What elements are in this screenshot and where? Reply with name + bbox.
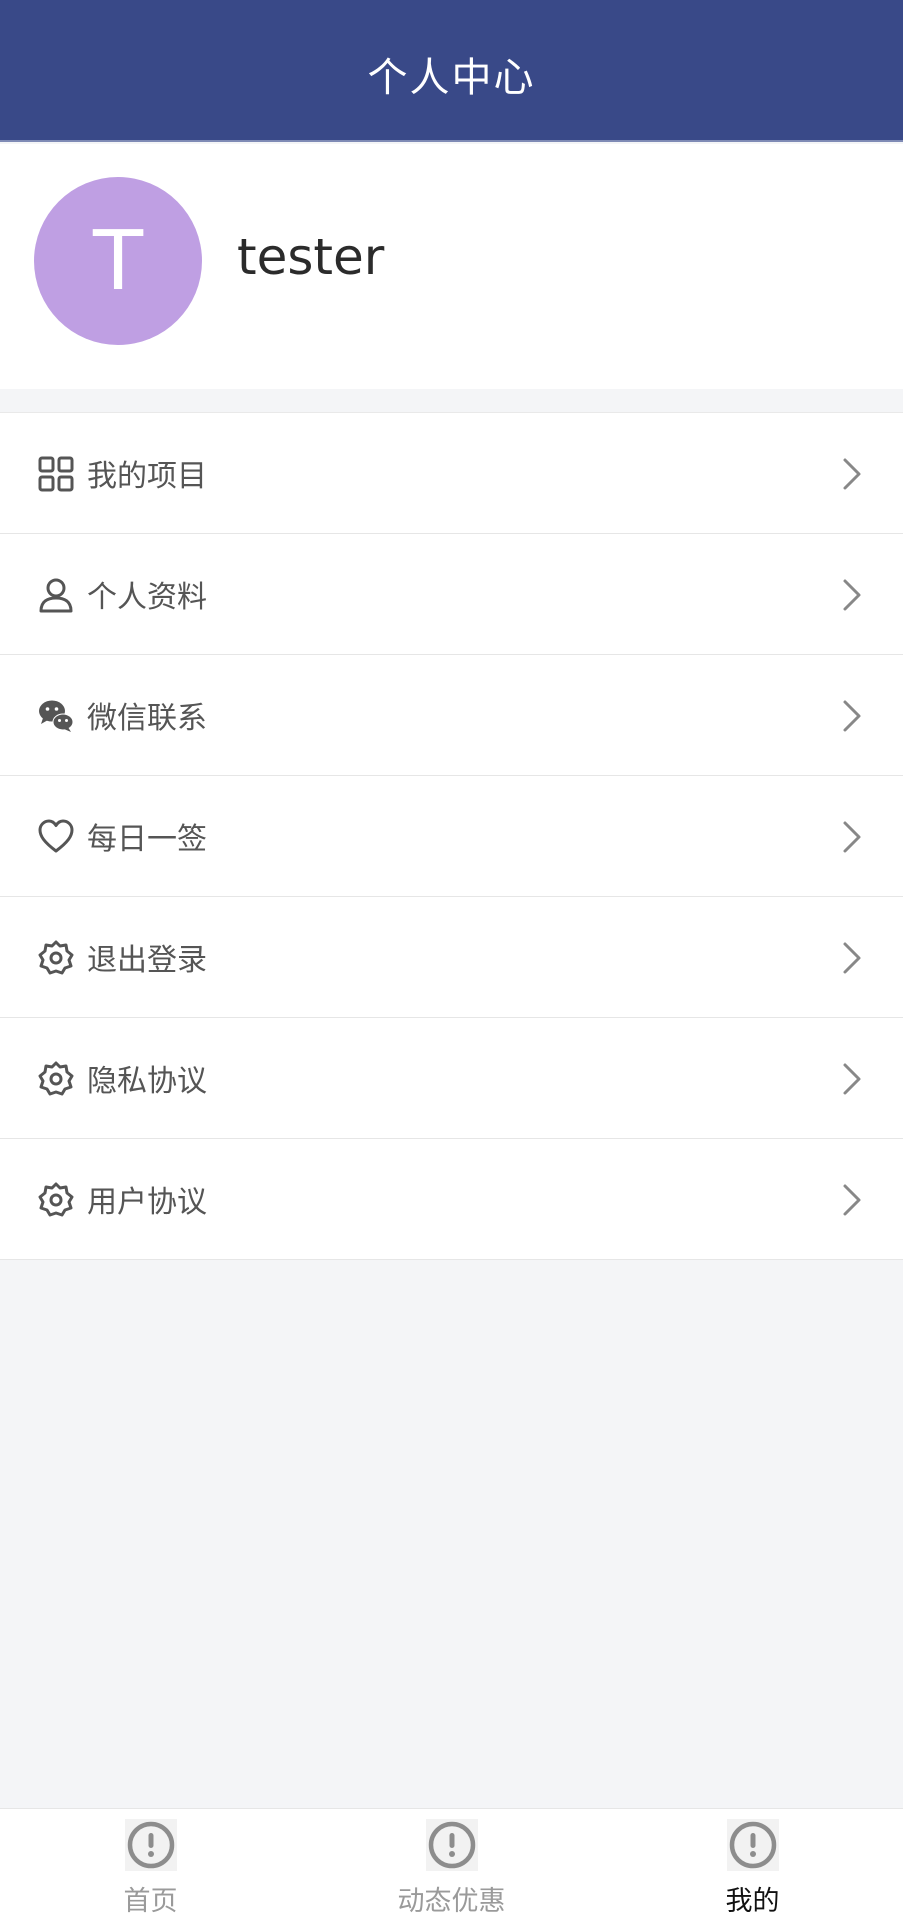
menu-item-my-projects[interactable]: 我的项目	[0, 413, 903, 534]
avatar-letter: T	[92, 213, 144, 309]
menu-item-profile[interactable]: 个人资料	[0, 534, 903, 655]
chevron-right-icon	[843, 700, 861, 732]
menu-item-wechat[interactable]: 微信联系	[0, 655, 903, 776]
menu-list: 我的项目 个人资料 微信联系 每日一签 退出登录 隐私协议 用户协议	[0, 412, 903, 1260]
avatar[interactable]: T	[34, 177, 202, 345]
alert-circle-icon	[124, 1819, 177, 1871]
tab-promotions[interactable]: 动态优惠	[301, 1809, 602, 1920]
menu-item-privacy-policy[interactable]: 隐私协议	[0, 1018, 903, 1139]
tab-label: 首页	[123, 1886, 178, 1917]
username: tester	[237, 228, 385, 286]
menu-item-label: 微信联系	[87, 701, 207, 736]
wechat-icon	[39, 700, 74, 732]
menu-item-logout[interactable]: 退出登录	[0, 897, 903, 1018]
app-root: 个人中心 T tester 我的项目 个人资料 微信联系 每日一签 退出登录 隐…	[0, 0, 903, 1920]
grid-icon	[38, 456, 74, 492]
gear-icon	[38, 1182, 74, 1217]
alert-circle-icon	[425, 1819, 478, 1871]
menu-item-label: 每日一签	[87, 822, 207, 857]
chevron-right-icon	[843, 458, 861, 490]
bottom-tab-bar: 首页 动态优惠 我的	[0, 1808, 903, 1920]
chevron-right-icon	[843, 1063, 861, 1095]
menu-item-label: 隐私协议	[87, 1064, 207, 1099]
menu-item-label: 用户协议	[87, 1185, 207, 1220]
menu-item-label: 退出登录	[87, 943, 207, 978]
tab-label: 我的	[725, 1886, 780, 1917]
page-title: 个人中心	[367, 55, 536, 101]
tab-mine[interactable]: 我的	[602, 1809, 903, 1920]
menu-item-label: 个人资料	[87, 580, 207, 615]
menu-item-daily-sign[interactable]: 每日一签	[0, 776, 903, 897]
tab-label: 动态优惠	[397, 1886, 506, 1917]
menu-item-label: 我的项目	[87, 459, 207, 494]
chevron-right-icon	[843, 579, 861, 611]
tab-home[interactable]: 首页	[0, 1809, 301, 1920]
profile-card[interactable]: T tester	[0, 144, 903, 389]
gear-icon	[38, 940, 74, 975]
chevron-right-icon	[843, 1184, 861, 1216]
menu-item-user-agreement[interactable]: 用户协议	[0, 1139, 903, 1260]
alert-circle-icon	[726, 1819, 779, 1871]
heart-icon	[38, 819, 74, 853]
user-icon	[39, 578, 73, 613]
header-bar: 个人中心	[0, 0, 903, 142]
chevron-right-icon	[843, 821, 861, 853]
chevron-right-icon	[843, 942, 861, 974]
gear-icon	[38, 1061, 74, 1096]
